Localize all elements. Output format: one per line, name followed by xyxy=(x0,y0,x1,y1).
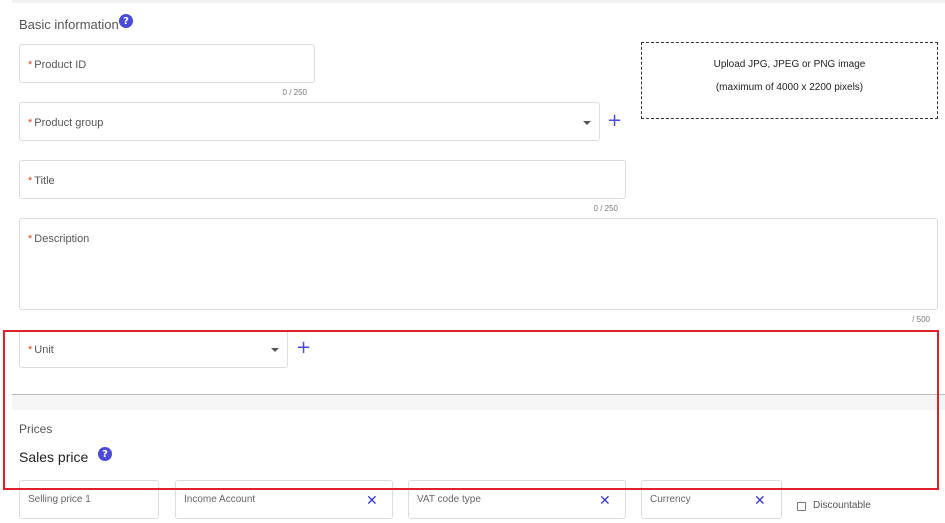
income-account-select[interactable]: Income Account ✕ xyxy=(175,480,393,519)
unit-label: * Unit xyxy=(28,344,54,356)
unit-select[interactable]: * Unit xyxy=(19,330,288,368)
product-id-label: * Product ID xyxy=(28,59,87,71)
title-label: * Title xyxy=(28,175,55,187)
currency-select[interactable]: Currency ✕ xyxy=(641,480,782,519)
add-product-group-plus-icon[interactable]: + xyxy=(607,112,622,130)
description-label: * Description xyxy=(28,233,90,245)
vat-code-type-select[interactable]: VAT code type ✕ xyxy=(408,480,626,519)
vat-code-type-label: VAT code type xyxy=(417,494,481,505)
add-unit-plus-icon[interactable]: + xyxy=(296,339,311,357)
chevron-down-icon[interactable] xyxy=(271,348,279,352)
currency-label: Currency xyxy=(650,494,691,505)
discountable-label: Discountable xyxy=(813,500,871,511)
upload-size-limit: (maximum of 4000 x 2200 pixels) xyxy=(715,82,864,93)
close-icon[interactable]: ✕ xyxy=(366,494,378,508)
title-field[interactable]: * Title xyxy=(19,160,626,199)
chevron-down-icon[interactable] xyxy=(583,121,591,125)
selling-price-label: Selling price 1 xyxy=(28,494,91,505)
basic-information-title: Basic information xyxy=(19,17,119,32)
title-counter: 0 / 250 xyxy=(593,204,618,213)
close-icon[interactable]: ✕ xyxy=(754,494,766,508)
description-textarea[interactable]: * Description xyxy=(19,218,938,310)
help-icon[interactable]: ? xyxy=(119,14,133,28)
description-counter: / 500 xyxy=(912,315,930,324)
income-account-label: Income Account xyxy=(184,494,256,505)
discountable-checkbox[interactable] xyxy=(797,502,806,511)
help-icon[interactable]: ? xyxy=(98,447,112,461)
sales-price-title: Sales price xyxy=(19,449,89,465)
image-upload-dropzone[interactable]: Upload JPG, JPEG or PNG image (maximum o… xyxy=(641,42,938,119)
top-divider xyxy=(12,0,945,3)
section-separator-bar xyxy=(12,395,945,410)
product-id-field[interactable]: * Product ID xyxy=(19,44,315,83)
close-icon[interactable]: ✕ xyxy=(599,494,611,508)
product-id-counter: 0 / 250 xyxy=(282,88,307,97)
product-group-label: * Product group xyxy=(28,117,104,129)
selling-price-field[interactable]: Selling price 1 xyxy=(19,480,159,519)
upload-instructions: Upload JPG, JPEG or PNG image xyxy=(713,59,866,70)
prices-title: Prices xyxy=(19,422,53,436)
product-group-select[interactable]: * Product group xyxy=(19,102,600,141)
